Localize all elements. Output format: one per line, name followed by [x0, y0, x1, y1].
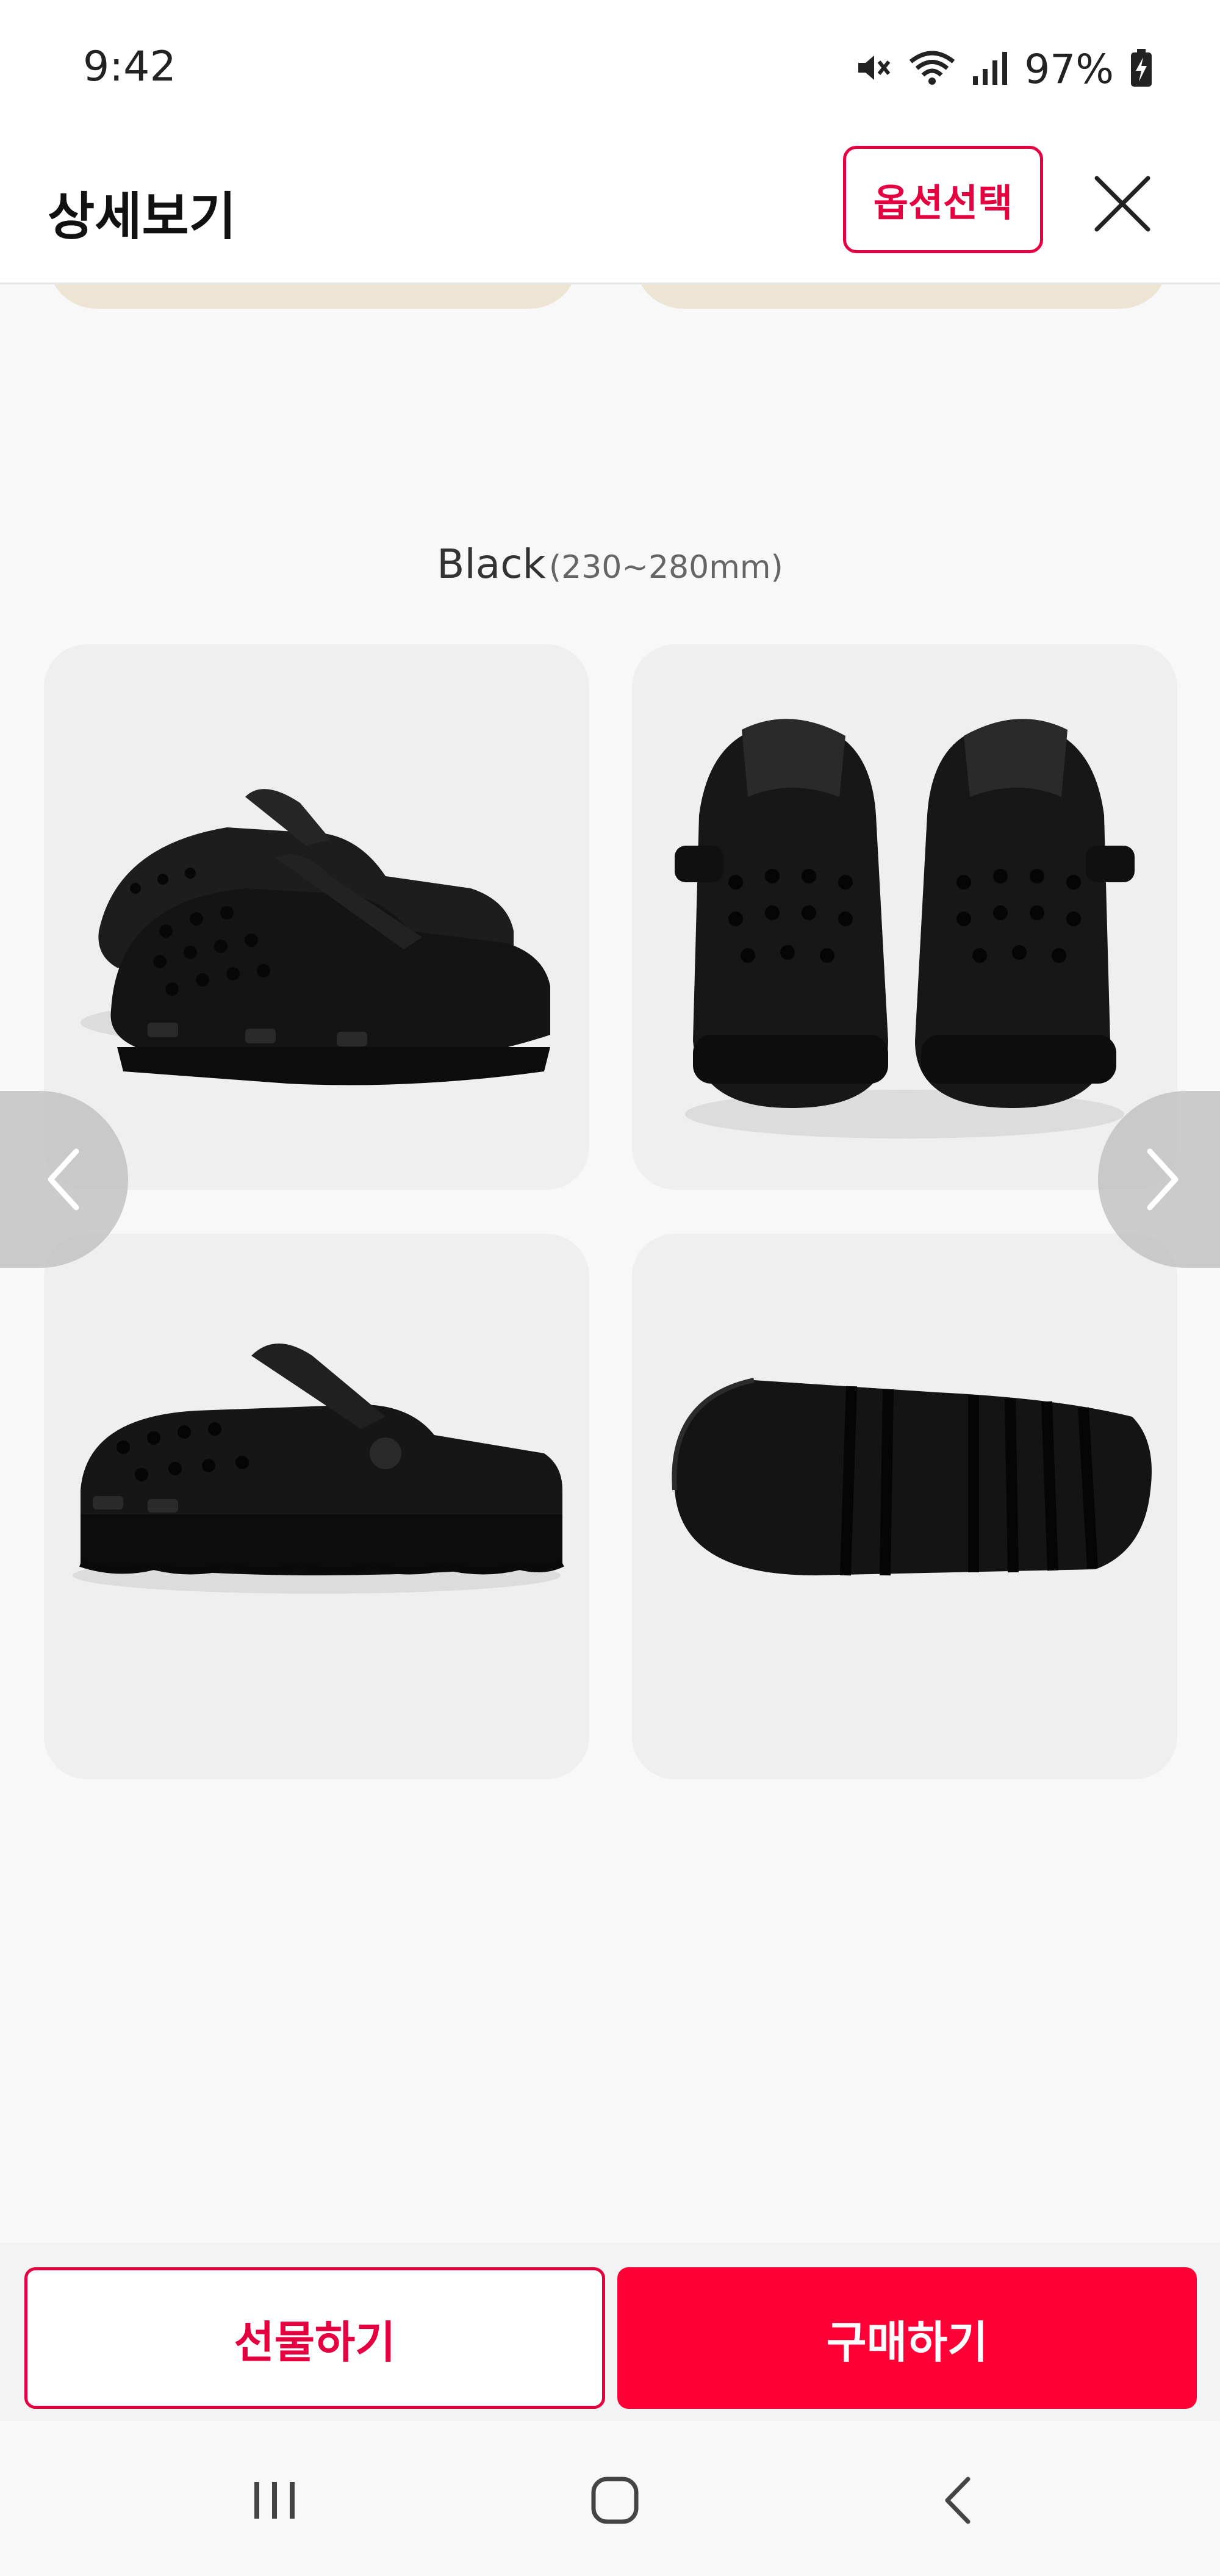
page-title: 상세보기	[48, 187, 237, 246]
clog-side-image	[73, 1344, 564, 1594]
variant-size: (230~280mm)	[548, 549, 783, 586]
header: 상세보기 옵션선택	[0, 140, 1220, 284]
product-image-sole[interactable]	[632, 1234, 1177, 1779]
previous-card-edge	[48, 284, 578, 309]
status-bar: 9:42 97%	[0, 0, 1220, 140]
close-icon	[1094, 176, 1150, 232]
close-button[interactable]	[1086, 167, 1159, 240]
battery-charging-icon	[1130, 48, 1153, 90]
clog-pair-angled-image	[81, 789, 550, 1085]
product-image-angled[interactable]	[44, 644, 589, 1190]
buy-button[interactable]: 구매하기	[617, 2267, 1197, 2409]
mute-icon	[853, 48, 892, 90]
product-image-front[interactable]	[632, 644, 1177, 1190]
recents-button[interactable]	[232, 2458, 317, 2543]
back-icon	[945, 2477, 971, 2524]
status-icons: 97%	[853, 41, 1153, 96]
product-image-side[interactable]	[44, 1234, 589, 1779]
previous-card-edge	[634, 284, 1169, 309]
product-detail-content: Black (230~280mm)	[0, 284, 1220, 2243]
chevron-left-icon	[48, 1148, 79, 1211]
system-nav-bar	[0, 2421, 1220, 2576]
variant-name: Black	[437, 541, 546, 588]
recents-icon	[254, 2482, 295, 2519]
battery-percent: 97%	[1024, 45, 1114, 93]
clog-sole-image	[672, 1378, 1152, 1576]
variant-label: Black (230~280mm)	[0, 541, 1220, 588]
status-time: 9:42	[83, 43, 176, 91]
home-button[interactable]	[572, 2458, 658, 2543]
gift-button[interactable]: 선물하기	[24, 2267, 605, 2409]
signal-icon	[972, 48, 1008, 90]
wifi-icon	[908, 48, 956, 90]
option-select-button[interactable]: 옵션선택	[843, 146, 1043, 253]
back-button[interactable]	[915, 2458, 1000, 2543]
clog-pair-front-image	[675, 719, 1135, 1139]
home-icon	[591, 2477, 639, 2524]
chevron-right-icon	[1147, 1148, 1179, 1211]
purchase-action-bar: 선물하기 구매하기	[0, 2243, 1220, 2421]
